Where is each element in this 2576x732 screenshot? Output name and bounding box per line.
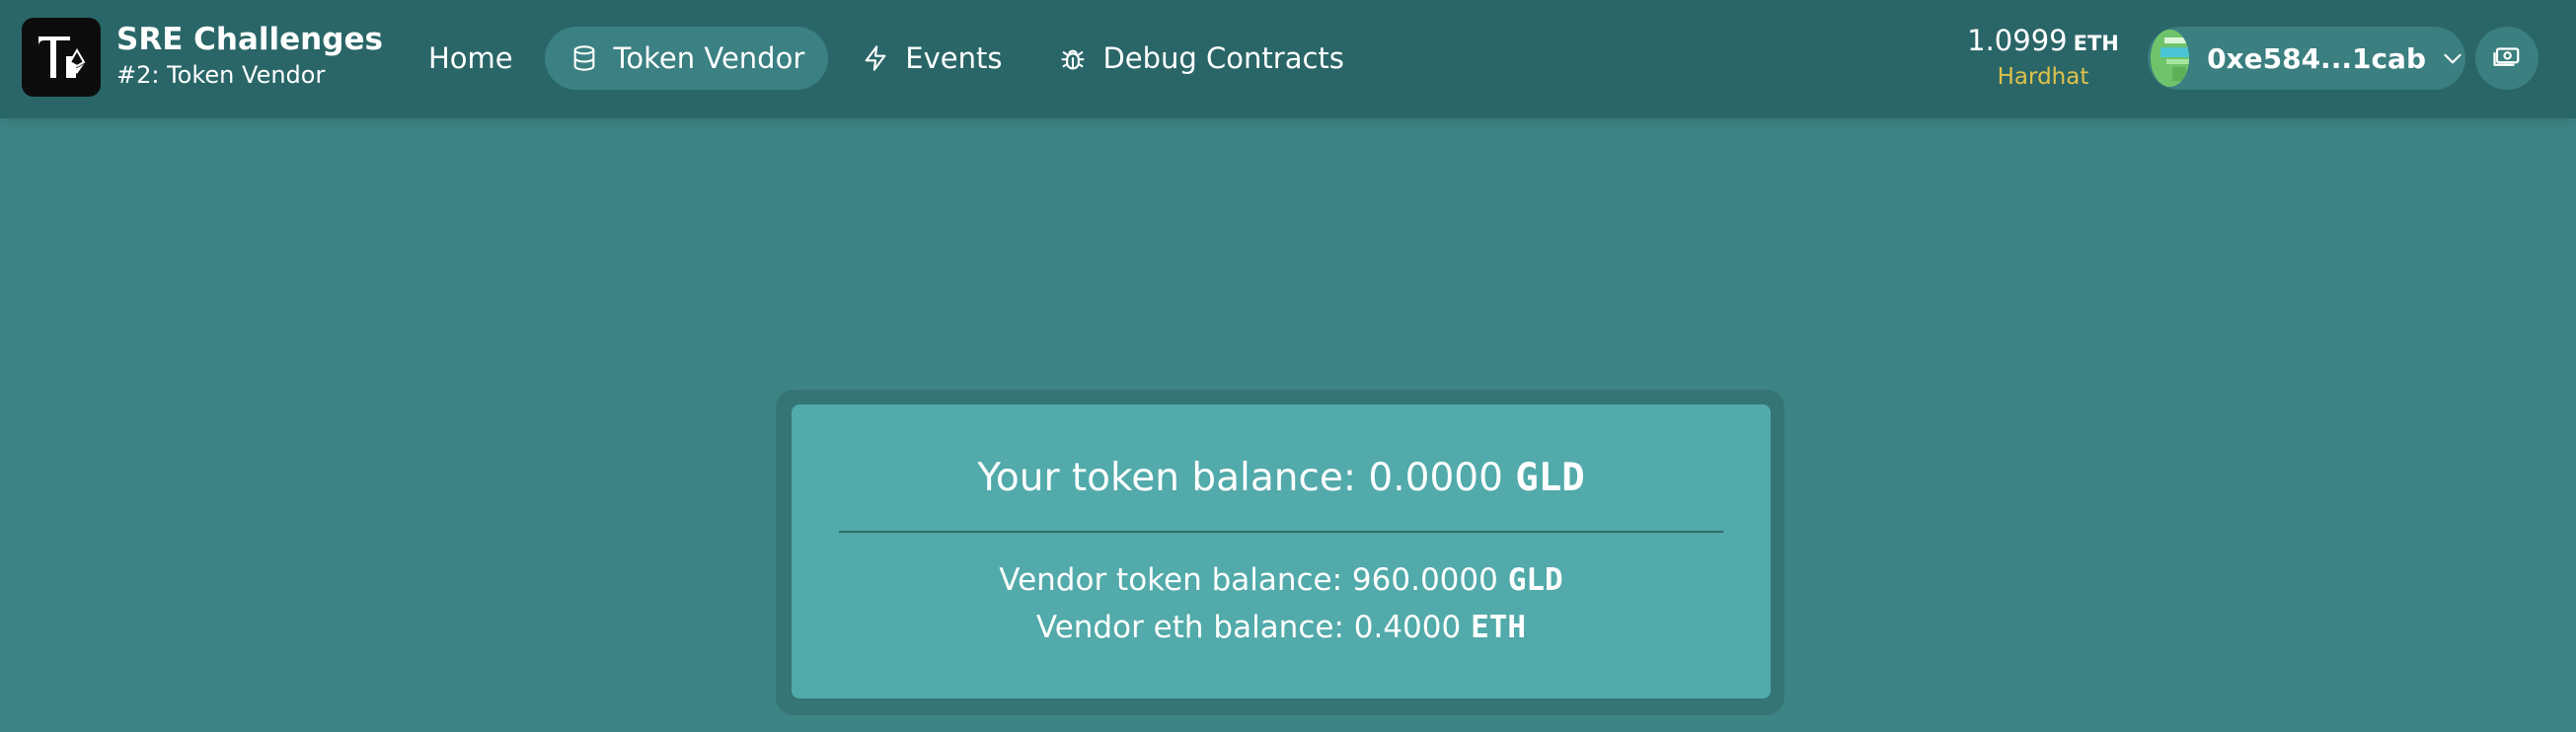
nav-events[interactable]: Events xyxy=(836,27,1025,90)
nav-debug-contracts-label: Debug Contracts xyxy=(1102,41,1344,75)
vendor-eth-balance: Vendor eth balance: 0.4000 ETH xyxy=(792,604,1771,651)
balance-card: Your token balance: 0.0000 GLD Vendor to… xyxy=(792,404,1771,698)
banknote-icon xyxy=(2492,41,2522,75)
nav-debug-contracts[interactable]: Debug Contracts xyxy=(1033,27,1367,90)
brand: SRE Challenges #2: Token Vendor xyxy=(116,20,383,91)
nav-events-label: Events xyxy=(905,41,1003,75)
chevron-down-icon xyxy=(2440,44,2465,72)
brand-title: SRE Challenges xyxy=(116,22,383,57)
database-icon xyxy=(568,42,600,74)
builder-logo-icon xyxy=(38,37,86,78)
network-label: Hardhat xyxy=(1997,64,2089,90)
vendor-token-balance: Vendor token balance: 960.0000 GLD xyxy=(792,556,1771,604)
app-logo[interactable] xyxy=(22,18,101,97)
bolt-icon xyxy=(860,42,891,74)
account-dropdown[interactable]: 0xe584...1cab xyxy=(2148,27,2465,90)
vendor-eth-balance-text: Vendor eth balance: 0.4000 xyxy=(1035,610,1462,645)
account-address: 0xe584...1cab xyxy=(2207,41,2426,75)
vendor-token-balance-text: Vendor token balance: 960.0000 xyxy=(999,562,1498,598)
your-token-unit: GLD xyxy=(1515,456,1585,500)
avatar xyxy=(2151,30,2190,87)
brand-subtitle: #2: Token Vendor xyxy=(116,61,326,89)
balance-unit: ETH xyxy=(2073,32,2119,55)
top-navbar: SRE Challenges #2: Token Vendor Home Tok… xyxy=(0,0,2576,118)
nav-home[interactable]: Home xyxy=(405,27,537,90)
nav-token-vendor[interactable]: Token Vendor xyxy=(544,27,829,90)
wallet-balance: 1.0999 ETH Hardhat xyxy=(1964,22,2122,92)
vendor-token-unit: GLD xyxy=(1507,562,1563,598)
your-token-balance: Your token balance: 0.0000 GLD xyxy=(792,454,1771,503)
bug-icon xyxy=(1057,42,1089,74)
nav-home-label: Home xyxy=(428,41,513,75)
faucet-button[interactable] xyxy=(2475,27,2538,90)
your-token-balance-text: Your token balance: 0.0000 xyxy=(977,456,1503,500)
nav-token-vendor-label: Token Vendor xyxy=(613,41,805,75)
vendor-eth-unit: ETH xyxy=(1471,610,1527,645)
divider xyxy=(839,531,1723,533)
balance-value: 1.0999 xyxy=(1967,24,2068,57)
main-nav: Home Token Vendor Events Debug Contracts xyxy=(405,27,1368,90)
